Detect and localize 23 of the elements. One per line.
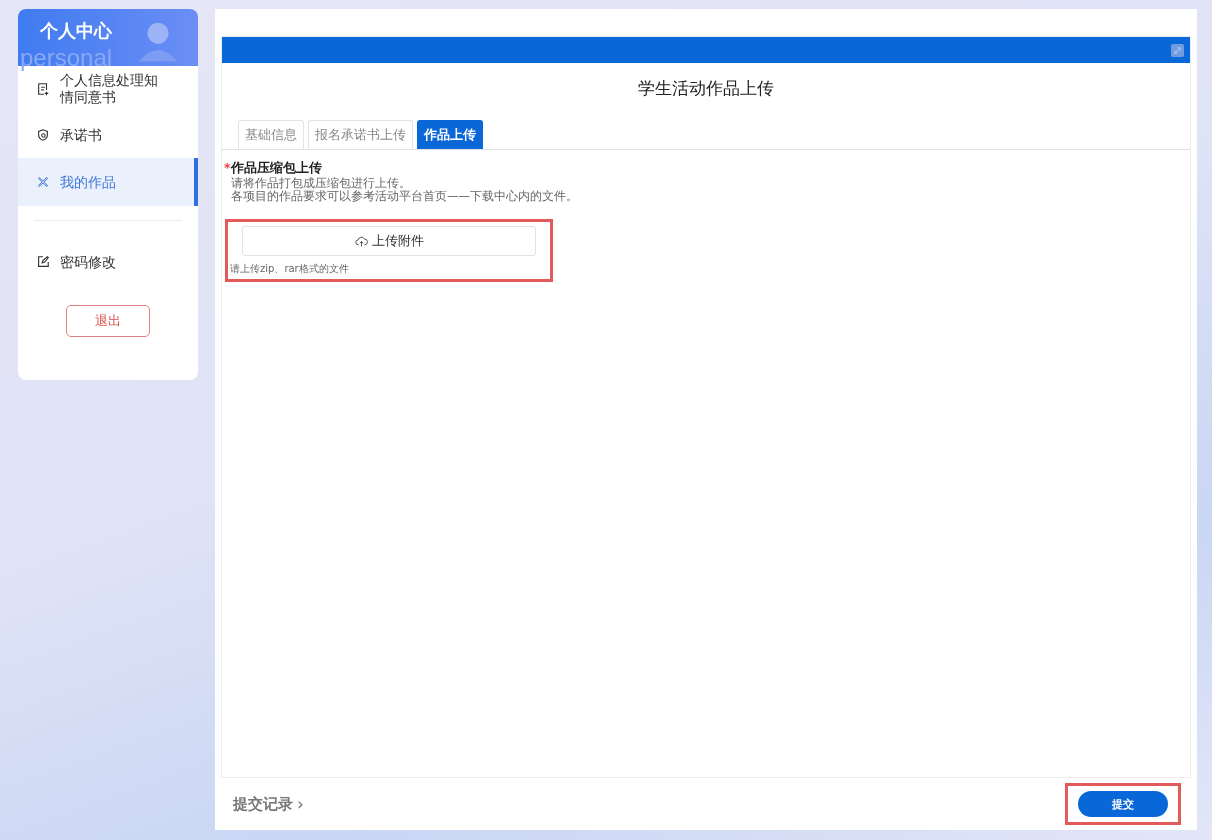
sidebar-item[interactable]: 我的作品 <box>18 158 198 206</box>
cross-tools-icon <box>36 175 50 189</box>
field-label: *作品压缩包上传 <box>224 160 323 177</box>
edit-icon <box>36 255 50 269</box>
page-title: 学生活动作品上传 <box>637 77 775 100</box>
upload-button[interactable]: 上传附件 <box>242 226 536 257</box>
history-link[interactable]: 提交记录 › <box>233 794 304 814</box>
tab[interactable]: 作品上传 <box>417 120 483 149</box>
upload-note: 请上传zip、rar格式的文件 <box>230 262 350 277</box>
submit-button[interactable]: 提交 <box>1078 791 1168 817</box>
sidebar-item[interactable]: 密码修改 <box>18 239 198 285</box>
upload-icon <box>354 234 368 248</box>
expand-icon[interactable] <box>1171 43 1184 57</box>
hint-text: 各项目的作品要求可以参考活动平台首页——下载中心内的文件。 <box>230 190 579 204</box>
sidebar-title: 个人中心 <box>40 18 112 43</box>
logout-button[interactable]: 退出 <box>66 305 150 337</box>
hint-text: 请将作品打包成压缩包进行上传。 <box>230 177 412 190</box>
sidebar-item[interactable]: 承诺书 <box>18 112 198 158</box>
document-icon <box>36 82 50 96</box>
watermark-text: personal <box>20 46 113 70</box>
tab[interactable]: 报名承诺书上传 <box>308 120 413 149</box>
tab[interactable]: 基础信息 <box>238 120 304 149</box>
shield-icon <box>36 128 50 142</box>
